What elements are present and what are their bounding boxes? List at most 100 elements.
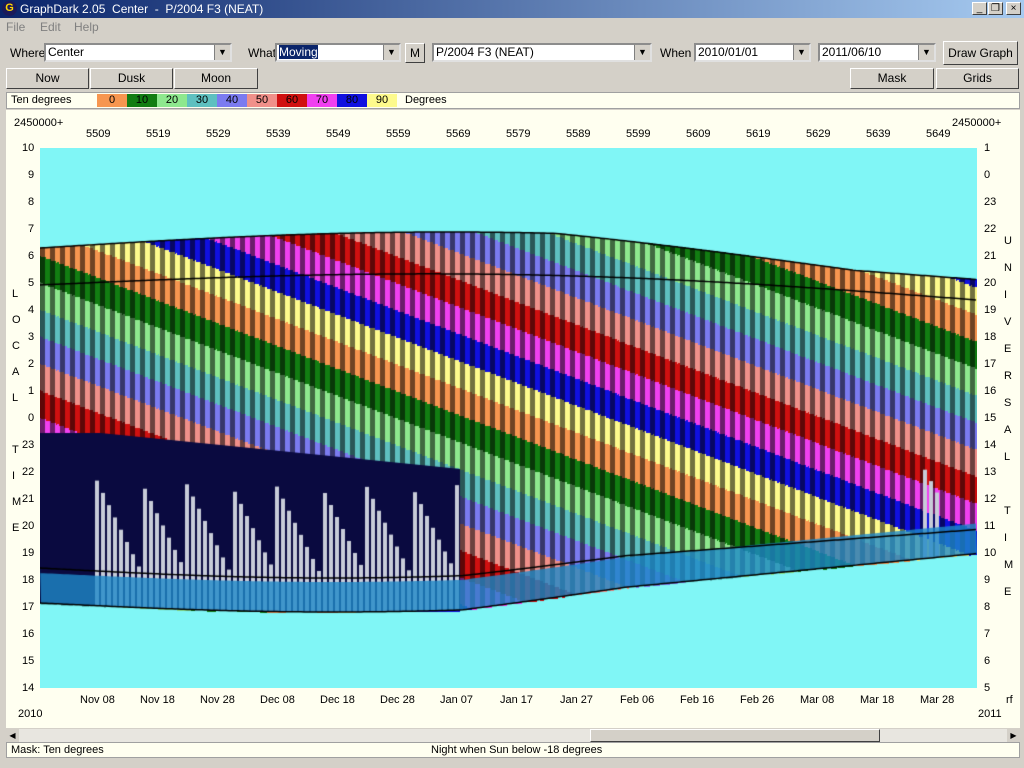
app-icon[interactable]: G: [2, 1, 17, 16]
draw-graph-button[interactable]: Draw Graph: [943, 41, 1018, 65]
jd-tick-label: 5599: [626, 128, 651, 140]
local-time-tick: 3: [28, 331, 35, 343]
visibility-plot[interactable]: [40, 148, 977, 688]
axis-title-letter: N: [1004, 262, 1012, 274]
ut-tick: 17: [984, 358, 997, 370]
menu-edit[interactable]: Edit: [40, 20, 61, 34]
local-time-tick: 18: [22, 574, 35, 586]
ut-tick: 5: [984, 682, 991, 694]
legend-swatch-label: 90: [375, 94, 389, 106]
local-time-tick: 17: [22, 601, 35, 613]
chevron-down-icon[interactable]: ▼: [214, 45, 230, 60]
chevron-down-icon[interactable]: ▼: [918, 45, 934, 60]
end-date-value: 2011/06/10: [822, 45, 882, 59]
ut-tick: 21: [984, 250, 997, 262]
mask-button[interactable]: Mask: [850, 68, 934, 89]
local-time-tick: 20: [22, 520, 35, 532]
legend-unit: Degrees: [405, 94, 447, 106]
ut-tick: 10: [984, 547, 997, 559]
ut-tick: 0: [984, 169, 991, 181]
maximize-button[interactable]: ❐: [988, 2, 1003, 15]
chevron-down-icon[interactable]: ▼: [383, 45, 399, 60]
local-time-tick: 19: [22, 547, 35, 559]
date-tick-label: Mar 28: [920, 694, 955, 706]
date-tick-label: Feb 06: [620, 694, 655, 706]
local-time-tick: 2: [28, 358, 35, 370]
scroll-right-icon[interactable]: ▶: [1007, 729, 1020, 742]
chevron-down-icon[interactable]: ▼: [634, 45, 650, 60]
close-button[interactable]: ×: [1006, 2, 1021, 15]
ut-tick: 6: [984, 655, 991, 667]
minimize-button[interactable]: _: [972, 2, 987, 15]
now-button[interactable]: Now: [6, 68, 89, 89]
dusk-button[interactable]: Dusk: [90, 68, 173, 89]
jd-tick-label: 5609: [686, 128, 711, 140]
legend-swatch-label: 70: [315, 94, 329, 106]
axis-title-letter: R: [1004, 370, 1012, 382]
horizontal-scrollbar[interactable]: ◀ ▶: [6, 729, 1020, 742]
status-night: Night when Sun below -18 degrees: [431, 744, 603, 756]
status-mask: Mask: Ten degrees: [11, 744, 104, 756]
m-button[interactable]: M: [405, 43, 425, 63]
axis-title-letter: T: [1004, 505, 1011, 517]
legend-swatch-label: 10: [135, 94, 149, 106]
date-tick-label: Feb 26: [740, 694, 775, 706]
jd-tick-label: 5649: [926, 128, 951, 140]
local-time-tick: 1: [28, 385, 35, 397]
local-time-tick: 21: [22, 493, 35, 505]
what-select[interactable]: Moving ▼: [275, 43, 401, 62]
chevron-down-icon[interactable]: ▼: [793, 45, 809, 60]
moon-button[interactable]: Moon: [174, 68, 258, 89]
legend-swatch-label: 0: [108, 94, 116, 106]
ut-tick: 12: [984, 493, 997, 505]
local-time-tick: 14: [22, 682, 35, 694]
what-label: What: [248, 46, 277, 60]
axis-title-letter: E: [1004, 343, 1012, 355]
jd-tick-label: 5569: [446, 128, 471, 140]
date-tick-label: Dec 18: [320, 694, 355, 706]
ut-tick: 9: [984, 574, 991, 586]
start-date-value: 2010/01/01: [698, 45, 759, 59]
jd-tick-label: 5589: [566, 128, 591, 140]
object-select[interactable]: P/2004 F3 (NEAT) ▼: [432, 43, 652, 62]
local-time-tick: 9: [28, 169, 35, 181]
ut-tick: 7: [984, 628, 991, 640]
jd-tick-label: 5529: [206, 128, 231, 140]
ut-tick: 19: [984, 304, 997, 316]
axis-title-letter: O: [12, 314, 21, 326]
ut-tick: 1: [984, 142, 991, 154]
legend-swatch-label: 50: [255, 94, 269, 106]
jd-tick-label: 5629: [806, 128, 831, 140]
window-title: GraphDark 2.05 Center - P/2004 F3 (NEAT): [20, 2, 264, 16]
ut-tick: 20: [984, 277, 997, 289]
ut-tick: 15: [984, 412, 997, 424]
axis-title-letter: E: [12, 522, 20, 534]
date-tick-label: Nov 18: [140, 694, 175, 706]
ut-tick: 18: [984, 331, 997, 343]
menu-file[interactable]: File: [6, 20, 25, 34]
where-select[interactable]: Center ▼: [44, 43, 232, 62]
scroll-thumb[interactable]: [590, 729, 880, 742]
axis-title-letter: L: [1004, 451, 1011, 463]
axis-title-letter: C: [12, 340, 20, 352]
local-time-tick: 7: [28, 223, 35, 235]
local-time-tick: 23: [22, 439, 35, 451]
jd-tick-label: 5579: [506, 128, 531, 140]
axis-title-letter: I: [12, 470, 16, 482]
end-date-select[interactable]: 2011/06/10 ▼: [818, 43, 936, 62]
scroll-left-icon[interactable]: ◀: [6, 729, 19, 742]
where-label: Where: [10, 46, 46, 60]
grids-button[interactable]: Grids: [936, 68, 1019, 89]
menu-help[interactable]: Help: [74, 20, 99, 34]
date-tick-label: Mar 18: [860, 694, 895, 706]
local-time-tick: 4: [28, 304, 35, 316]
jd-tick-label: 5619: [746, 128, 771, 140]
axis-title-letter: I: [1004, 532, 1008, 544]
date-tick-label: Mar 08: [800, 694, 835, 706]
date-tick-label: Jan 07: [440, 694, 474, 706]
plot-canvas: [40, 148, 977, 688]
date-tick-label: Jan 27: [560, 694, 594, 706]
ut-tick: 22: [984, 223, 997, 235]
year-right: 2011: [978, 708, 1002, 720]
start-date-select[interactable]: 2010/01/01 ▼: [694, 43, 811, 62]
